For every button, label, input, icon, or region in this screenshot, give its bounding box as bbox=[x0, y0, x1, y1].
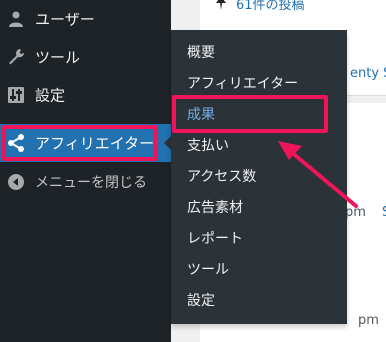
pointer-arrow-icon bbox=[278, 141, 358, 208]
